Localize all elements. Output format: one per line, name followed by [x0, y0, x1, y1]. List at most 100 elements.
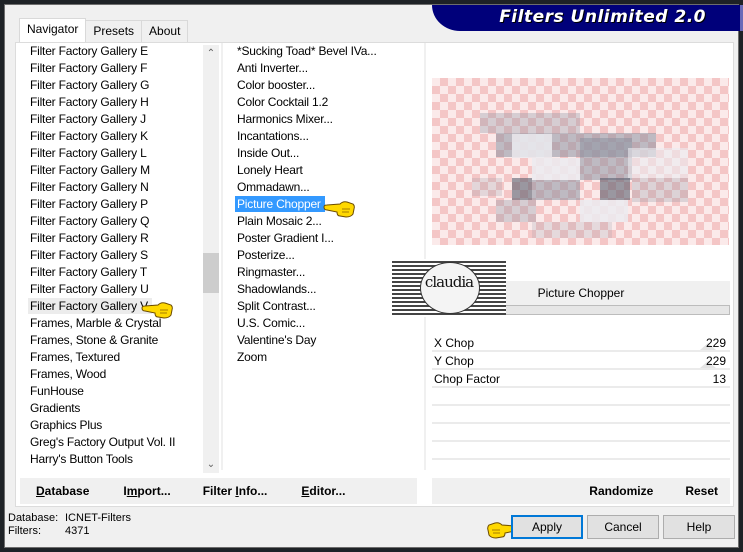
category-list-item[interactable]: Filter Factory Gallery R: [20, 230, 204, 247]
empty-param-row: [432, 406, 730, 424]
category-list-item[interactable]: Frames, Textured: [20, 349, 204, 366]
category-item-label: Filter Factory Gallery U: [30, 282, 149, 296]
category-list-item[interactable]: Filter Factory Gallery M: [20, 162, 204, 179]
filter-list-item[interactable]: Anti Inverter...: [229, 60, 425, 77]
category-list-item[interactable]: Filter Factory Gallery G: [20, 77, 204, 94]
randomize-button[interactable]: Randomize: [573, 484, 669, 498]
database-button[interactable]: Database: [20, 484, 105, 498]
filter-item-label: Lonely Heart: [237, 163, 303, 177]
category-list-item[interactable]: Filter Factory Gallery L: [20, 145, 204, 162]
category-list-item[interactable]: FunHouse: [20, 383, 204, 400]
filter-item-label: Ommadawn...: [237, 180, 310, 194]
filter-item-label: Valentine's Day: [237, 333, 317, 347]
empty-param-row: [432, 424, 730, 442]
claudia-watermark-logo: claudia: [392, 259, 506, 317]
param-value: 13: [712, 372, 726, 386]
filter-item-label: Color Cocktail 1.2: [237, 95, 329, 109]
category-item-label: Harry's Button Tools: [30, 452, 133, 466]
navigator-toolbar: Database Import... Filter Info... Editor…: [20, 478, 417, 504]
filter-list-item[interactable]: Poster Gradient I...: [229, 230, 425, 247]
param-label: X Chop: [434, 336, 475, 350]
filter-list[interactable]: *Sucking Toad* Bevel IVa... Anti Inverter…: [229, 43, 425, 470]
filter-list-item[interactable]: Zoom: [229, 349, 425, 366]
category-list[interactable]: Filter Factory Gallery E Filter Factory G…: [20, 43, 204, 470]
reset-button[interactable]: Reset: [669, 484, 730, 498]
pointing-hand-icon: [323, 201, 355, 218]
category-item-label: Filter Factory Gallery L: [30, 146, 147, 160]
category-list-item[interactable]: Greg's Factory Output Vol. II: [20, 434, 204, 451]
filters-label: Filters:: [8, 525, 41, 537]
param-label: Y Chop: [434, 354, 474, 368]
category-list-item[interactable]: Filter Factory Gallery E: [20, 43, 204, 60]
filters-count: 4371: [65, 525, 90, 537]
filter-item-label: Inside Out...: [237, 146, 300, 160]
filter-item-label: Ringmaster...: [237, 265, 306, 279]
category-list-item[interactable]: Hyper's Frame Pack: [20, 468, 204, 470]
filter-list-item[interactable]: Inside Out...: [229, 145, 425, 162]
category-item-label: Filter Factory Gallery N: [30, 180, 149, 194]
tab-navigator[interactable]: Navigator: [19, 18, 87, 42]
cancel-button[interactable]: Cancel: [587, 515, 659, 539]
apply-button[interactable]: Apply: [511, 515, 583, 539]
filter-list-item[interactable]: Valentine's Day: [229, 332, 425, 349]
filter-info-button[interactable]: Filter Info...: [187, 484, 284, 498]
category-list-item[interactable]: Frames, Marble & Crystal: [20, 315, 204, 332]
category-list-item[interactable]: Filter Factory Gallery J: [20, 111, 204, 128]
filter-list-item[interactable]: *Sucking Toad* Bevel IVa...: [229, 43, 425, 60]
category-item-label: Frames, Textured: [30, 350, 120, 364]
scroll-up-icon[interactable]: ⌃: [203, 45, 219, 62]
category-item-label: Gradients: [30, 401, 81, 415]
import-button[interactable]: Import...: [105, 484, 186, 498]
category-list-item[interactable]: Filter Factory Gallery H: [20, 94, 204, 111]
category-scrollbar[interactable]: ⌃ ⌄: [203, 45, 219, 473]
parameter-toolbar: Randomize Reset: [432, 478, 730, 504]
navigator-panel: Filter Factory Gallery E Filter Factory G…: [15, 42, 734, 507]
filter-list-item[interactable]: U.S. Comic...: [229, 315, 425, 332]
editor-button[interactable]: Editor...: [283, 484, 361, 498]
filter-item-label: Color booster...: [237, 78, 316, 92]
scroll-thumb[interactable]: [203, 253, 219, 293]
filter-item-label: Harmonics Mixer...: [237, 112, 333, 126]
param-value: 229: [705, 354, 726, 368]
status-panel: Database: ICNET-Filters Filters: 4371: [8, 512, 131, 538]
category-list-item[interactable]: Filter Factory Gallery F: [20, 60, 204, 77]
category-list-item[interactable]: Frames, Stone & Granite: [20, 332, 204, 349]
category-item-label: Filter Factory Gallery K: [30, 129, 148, 143]
category-list-item[interactable]: Filter Factory Gallery N: [20, 179, 204, 196]
filter-item-label: Incantations...: [237, 129, 309, 143]
help-button[interactable]: Help: [663, 515, 735, 539]
category-list-item[interactable]: Filter Factory Gallery K: [20, 128, 204, 145]
category-item-label: FunHouse: [30, 384, 84, 398]
tab-about[interactable]: About: [141, 20, 189, 42]
filter-item-label: Picture Chopper: [235, 196, 325, 212]
category-item-label: Filter Factory Gallery P: [30, 197, 148, 211]
category-list-item[interactable]: Gradients: [20, 400, 204, 417]
category-item-label: Filter Factory Gallery M: [30, 163, 150, 177]
param-x-chop[interactable]: X Chop 229: [432, 334, 730, 352]
category-list-item[interactable]: Harry's Button Tools: [20, 451, 204, 468]
pointing-hand-icon: [141, 302, 173, 319]
param-y-chop[interactable]: Y Chop 229: [432, 352, 730, 370]
param-chop-factor[interactable]: Chop Factor 13: [432, 370, 730, 388]
filter-list-item[interactable]: Color booster...: [229, 77, 425, 94]
filters-unlimited-dialog: Filters Unlimited 2.0 Navigator Presets …: [4, 4, 743, 548]
category-list-item[interactable]: Filter Factory Gallery T: [20, 264, 204, 281]
param-label: Chop Factor: [434, 372, 501, 386]
category-list-item[interactable]: Graphics Plus: [20, 417, 204, 434]
category-list-item[interactable]: Filter Factory Gallery P: [20, 196, 204, 213]
filter-list-item[interactable]: Incantations...: [229, 128, 425, 145]
filter-list-item[interactable]: Harmonics Mixer...: [229, 111, 425, 128]
category-item-label: Filter Factory Gallery H: [30, 95, 149, 109]
scroll-down-icon[interactable]: ⌄: [203, 456, 219, 473]
category-list-item[interactable]: Filter Factory Gallery S: [20, 247, 204, 264]
tab-presets[interactable]: Presets: [85, 20, 143, 42]
category-list-item[interactable]: Filter Factory Gallery V: [20, 298, 204, 315]
category-item-label: Filter Factory Gallery V: [28, 298, 152, 314]
category-item-label: Filter Factory Gallery E: [30, 44, 148, 58]
category-list-item[interactable]: Frames, Wood: [20, 366, 204, 383]
filter-list-item[interactable]: Lonely Heart: [229, 162, 425, 179]
filter-list-item[interactable]: Color Cocktail 1.2: [229, 94, 425, 111]
category-list-item[interactable]: Filter Factory Gallery Q: [20, 213, 204, 230]
filter-list-item[interactable]: Ommadawn...: [229, 179, 425, 196]
category-list-item[interactable]: Filter Factory Gallery U: [20, 281, 204, 298]
